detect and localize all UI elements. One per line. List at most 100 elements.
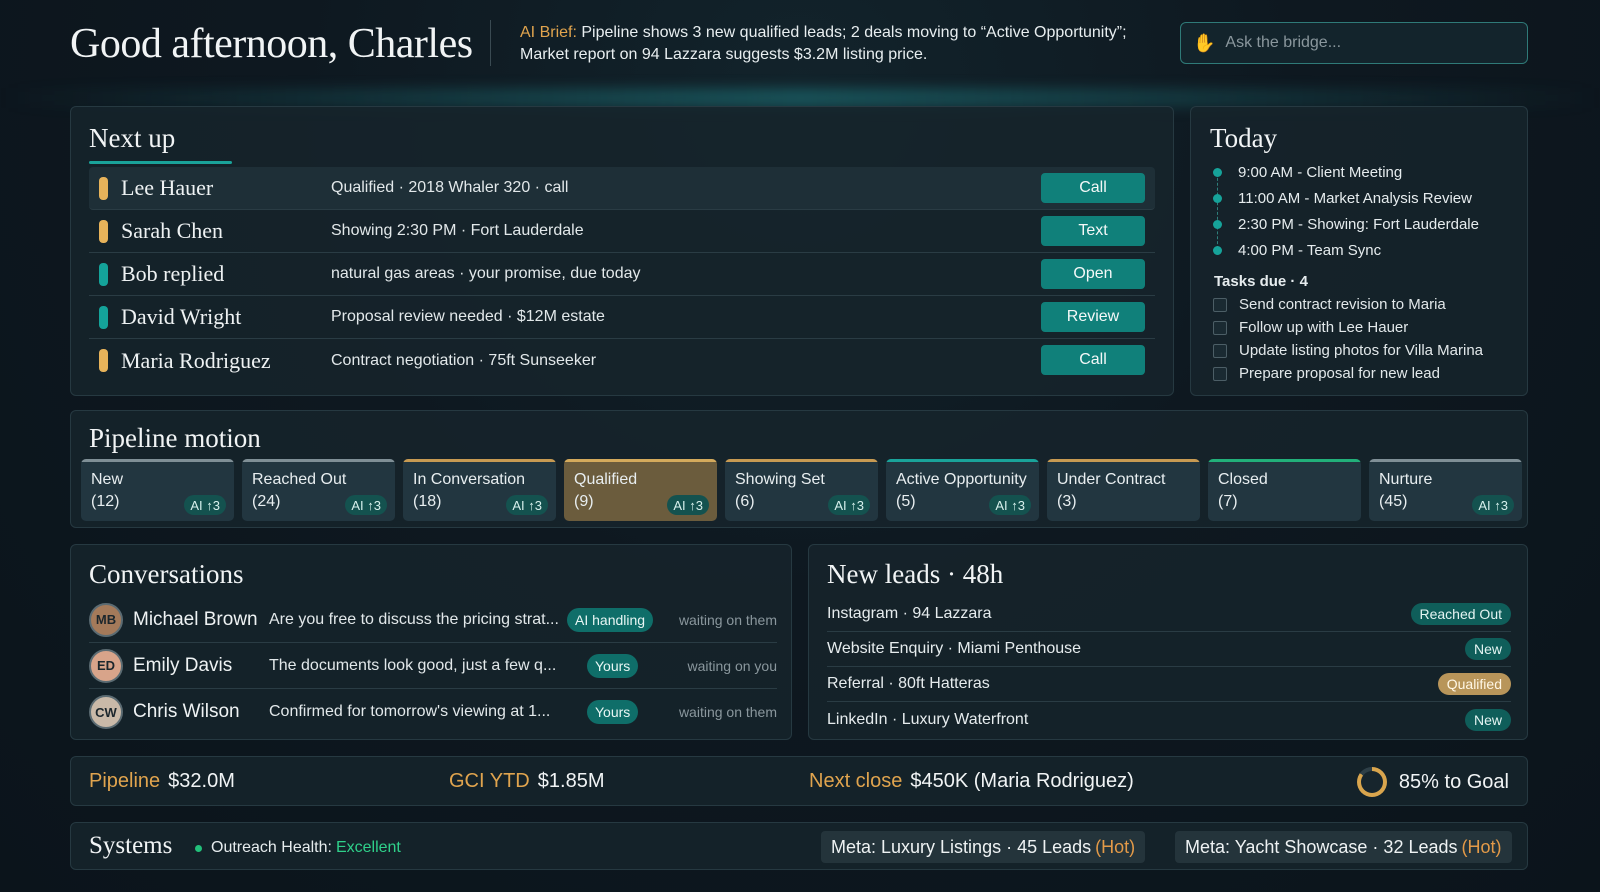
next-up-row[interactable]: Bob replied natural gas areas · your pro… [89,253,1155,296]
stage-under-contract[interactable]: Under Contract (3) [1047,459,1200,521]
schedule-text: 2:30 PM - Showing: Fort Lauderdale [1238,215,1479,233]
stage-qualified[interactable]: Qualified (9) AI ↑3 [564,459,717,521]
schedule-item[interactable]: 2:30 PM - Showing: Fort Lauderdale [1213,211,1479,237]
call-button[interactable]: Call [1041,345,1145,375]
stage-reached-out[interactable]: Reached Out (24) AI ↑3 [242,459,395,521]
next-up-row[interactable]: Maria Rodriguez Contract negotiation · 7… [89,339,1155,382]
stage-new[interactable]: New (12) AI ↑3 [81,459,234,521]
task-text: Update listing photos for Villa Marina [1239,342,1484,359]
lead-row[interactable]: LinkedIn · Luxury Waterfront New [827,702,1511,737]
conversation-row[interactable]: CW Chris Wilson Confirmed for tomorrow's… [89,689,777,735]
progress-ring-icon [1356,767,1387,797]
lead-row[interactable]: Instagram · 94 Lazzara Reached Out [827,597,1511,632]
contact-desc: natural gas areas · your promise, due to… [331,265,641,282]
header-divider [490,20,491,66]
schedule-item[interactable]: 11:00 AM - Market Analysis Review [1213,185,1479,211]
conversation-name: Chris Wilson [133,701,240,722]
conversation-status: waiting on them [678,611,777,628]
stage-active-opportunity[interactable]: Active Opportunity (5) AI ↑3 [886,459,1039,521]
outreach-health: Outreach Health: Excellent [195,839,401,857]
open-button[interactable]: Open [1041,259,1145,289]
stage-showing-set[interactable]: Showing Set (6) AI ↑3 [725,459,878,521]
handler-badge: AI handling [567,607,654,632]
stage-accent [886,459,1039,462]
conversation-row[interactable]: ED Emily Davis The documents look good, … [89,643,777,689]
lead-source: Instagram · 94 Lazzara [827,605,992,622]
lead-row[interactable]: Referral · 80ft Hatteras Qualified [827,667,1511,702]
task-checkbox[interactable] [1213,366,1227,381]
next-close-stat: Next close $450K (Maria Rodriguez) [809,770,1134,793]
priority-bar [99,305,108,329]
stage-label: Qualified [574,471,638,488]
stage-label: Under Contract [1057,471,1166,488]
conversation-status: waiting on you [687,657,777,674]
contact-desc: Qualified · 2018 Whaler 320 · call [331,179,569,196]
task-checkbox[interactable] [1213,320,1227,335]
stage-count: (12) [91,493,120,510]
task-item[interactable]: Follow up with Lee Hauer [1213,316,1483,339]
ask-bridge-input[interactable] [1225,34,1516,52]
text-button[interactable]: Text [1041,216,1145,246]
next-close-label: Next close [809,770,903,792]
next-up-row[interactable]: Lee Hauer Qualified · 2018 Whaler 320 · … [89,167,1155,210]
task-item[interactable]: Send contract revision to Maria [1213,293,1483,316]
campaign-label: Meta: Luxury Listings · 45 Leads [831,836,1092,857]
stage-accent [81,459,234,462]
pipeline-value: $32.0M [168,770,235,792]
lead-row[interactable]: Website Enquiry · Miami Penthouse New [827,632,1511,667]
systems-panel: Systems Outreach Health: Excellent Meta: … [70,822,1528,870]
contact-name: Maria Rodriguez [121,347,271,373]
next-up-row[interactable]: Sarah Chen Showing 2:30 PM · Fort Lauder… [89,210,1155,253]
conversation-name: Michael Brown [133,608,258,630]
timeline-dot [1213,193,1222,203]
goal-text: 85% to Goal [1398,770,1509,793]
gci-label: GCI YTD [449,770,530,792]
stage-closed[interactable]: Closed (7) [1208,459,1361,521]
stage-count: (7) [1218,493,1238,510]
stage-count: (3) [1057,493,1077,510]
schedule-item[interactable]: 9:00 AM - Client Meeting [1213,159,1479,185]
task-item[interactable]: Prepare proposal for new lead [1213,362,1483,385]
health-value: Excellent [335,839,401,856]
ai-badge: AI ↑3 [506,495,548,515]
task-checkbox[interactable] [1213,297,1227,312]
contact-desc: Showing 2:30 PM · Fort Lauderdale [331,222,584,239]
stage-label: New [91,471,124,488]
goal-progress: 85% to Goal [1356,767,1509,797]
task-checkbox[interactable] [1213,343,1227,358]
schedule-item[interactable]: 4:00 PM - Team Sync [1213,237,1479,263]
stage-count: (45) [1379,493,1408,510]
next-up-row[interactable]: David Wright Proposal review needed · $1… [89,296,1155,339]
campaign-label: Meta: Yacht Showcase · 32 Leads [1185,836,1458,857]
stage-label: Nurture [1379,471,1433,488]
task-item[interactable]: Update listing photos for Villa Marina [1213,339,1483,362]
ai-badge: AI ↑3 [667,495,709,515]
stage-accent [564,459,717,462]
call-button[interactable]: Call [1041,173,1145,203]
pipeline-panel: Pipeline motion New (12) AI ↑3 Reached Out… [70,410,1528,528]
ask-bridge-box[interactable]: ✋ [1180,22,1528,64]
conversation-list: MB Michael Brown Are you free to discuss… [89,597,777,735]
stage-label: In Conversation [413,471,526,488]
timeline-dot [1213,245,1222,255]
stage-accent [725,459,878,462]
next-up-panel: Next up Lee Hauer Qualified · 2018 Whale… [70,106,1174,396]
stage-label: Active Opportunity [896,471,1027,488]
stats-bar: Pipeline $32.0M GCI YTD $1.85M Next close $… [70,756,1528,806]
ai-badge: AI ↑3 [989,495,1031,515]
contact-name: Lee Hauer [121,175,214,200]
campaign-chip[interactable]: Meta: Luxury Listings · 45 Leads (Hot) [821,831,1146,863]
next-close-value: $450K (Maria Rodriguez) [910,770,1134,792]
handler-badge: Yours [587,700,639,724]
stage-in-conversation[interactable]: In Conversation (18) AI ↑3 [403,459,556,521]
status-dot-icon [195,844,202,852]
stage-nurture[interactable]: Nurture (45) AI ↑3 [1369,459,1522,521]
pipeline-stages: New (12) AI ↑3 Reached Out (24) AI ↑3 In Con… [81,459,1522,521]
campaign-chip[interactable]: Meta: Yacht Showcase · 32 Leads (Hot) [1175,831,1512,863]
review-button[interactable]: Review [1041,302,1145,332]
stage-accent [1208,459,1361,462]
contact-desc: Proposal review needed · $12M estate [331,308,605,325]
schedule-text: 11:00 AM - Market Analysis Review [1238,189,1472,207]
stage-label: Showing Set [735,471,825,488]
conversation-row[interactable]: MB Michael Brown Are you free to discuss… [89,597,777,643]
